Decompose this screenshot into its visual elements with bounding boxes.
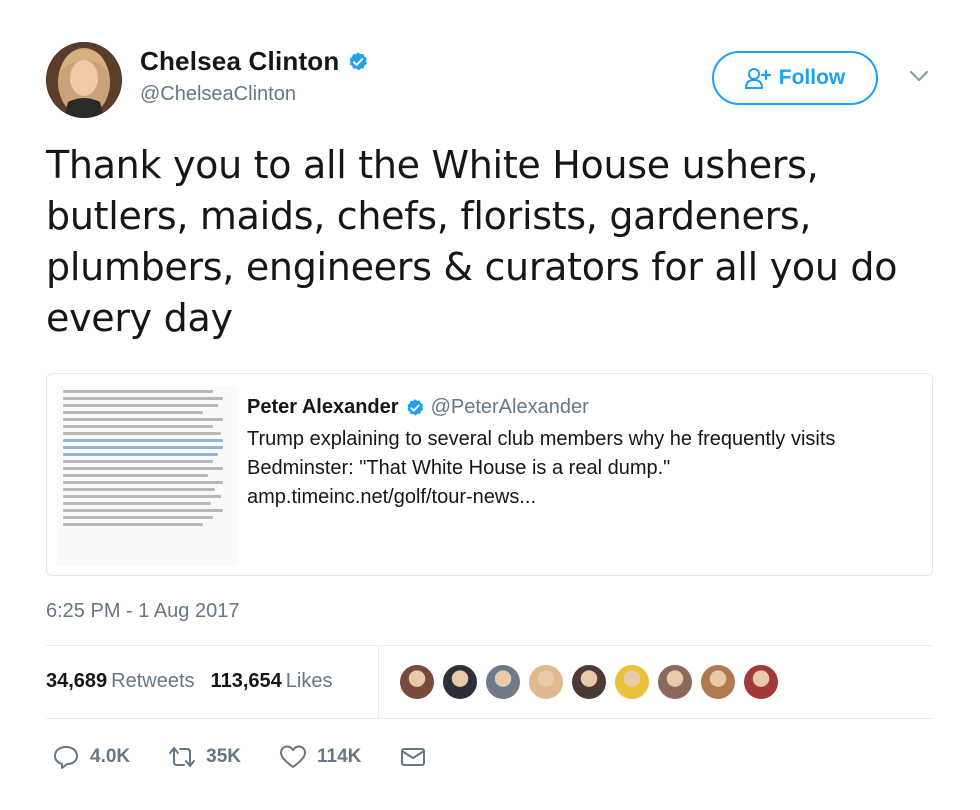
quoted-tweet-card[interactable]: Peter Alexander @PeterAlexander Trump ex… (46, 373, 933, 576)
liker-avatar[interactable] (441, 663, 479, 701)
retweet-count: 35K (206, 746, 241, 767)
verified-badge-icon (350, 51, 368, 70)
verified-badge-icon (406, 398, 423, 416)
divider (46, 645, 933, 646)
liker-avatar[interactable] (742, 663, 780, 701)
likes-label: Likes (285, 670, 333, 692)
tweet-timestamp[interactable]: 6:25 PM - 1 Aug 2017 (46, 600, 239, 623)
reply-button[interactable]: 4.0K (52, 744, 130, 770)
tweet-stats: 34,689 Retweets 113,654 Likes (46, 670, 332, 693)
author-avatar[interactable] (46, 42, 122, 118)
envelope-icon (401, 748, 426, 766)
reply-count: 4.0K (90, 746, 131, 767)
follow-label: Follow (778, 66, 846, 89)
tweet-text: Thank you to all the White House ushers,… (46, 143, 898, 340)
liker-avatar[interactable] (699, 663, 737, 701)
tweet-actions: 4.0K 35K 114K (52, 744, 465, 770)
likes-count: 113,654 (210, 670, 282, 692)
reply-icon (54, 746, 78, 769)
follow-user-icon (744, 68, 771, 89)
liker-avatar[interactable] (656, 663, 694, 701)
retweet-button[interactable]: 35K (168, 744, 241, 770)
heart-icon (280, 745, 306, 768)
divider (46, 718, 933, 719)
follow-button[interactable]: Follow (712, 51, 878, 105)
retweets-count: 34,689 (46, 670, 108, 692)
like-button[interactable]: 114K (279, 744, 361, 770)
quoted-tweet-link[interactable]: amp.timeinc.net/golf/tour-news... (247, 483, 927, 512)
retweets-label: Retweets (111, 670, 195, 692)
liker-avatar[interactable] (484, 663, 522, 701)
quoted-author-name[interactable]: Peter Alexander (247, 396, 399, 419)
liker-avatar[interactable] (613, 663, 651, 701)
liker-avatars (398, 663, 780, 701)
liker-avatar[interactable] (570, 663, 608, 701)
retweets-stat[interactable]: 34,689 Retweets (46, 670, 195, 693)
like-count: 114K (317, 746, 362, 767)
quoted-tweet-text: Trump explaining to several club members… (247, 428, 836, 479)
likes-stat[interactable]: 113,654 Likes (211, 670, 333, 693)
retweet-icon (169, 747, 196, 767)
liker-avatar[interactable] (398, 663, 436, 701)
quoted-author-handle[interactable]: @PeterAlexander (431, 396, 589, 419)
direct-message-button[interactable] (399, 744, 427, 770)
liker-avatar[interactable] (527, 663, 565, 701)
divider (378, 645, 379, 718)
chevron-down-icon[interactable] (908, 68, 930, 84)
author-display-name[interactable]: Chelsea Clinton (140, 46, 339, 77)
quoted-tweet-thumbnail[interactable] (57, 386, 237, 566)
author-handle[interactable]: @ChelseaClinton (140, 83, 296, 106)
